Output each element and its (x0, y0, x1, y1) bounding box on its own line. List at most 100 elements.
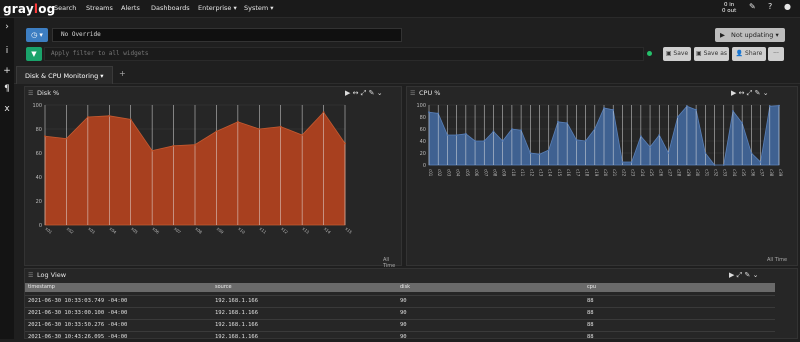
data-point[interactable] (750, 152, 753, 154)
column-header[interactable]: timestamp (28, 284, 55, 290)
data-point[interactable] (685, 105, 688, 108)
data-point[interactable] (557, 120, 559, 123)
save-as-button[interactable]: ▣ Save as (694, 47, 729, 61)
info-icon[interactable]: i (0, 46, 14, 56)
edit-icon[interactable]: ✎ (744, 271, 750, 279)
column-header[interactable]: disk (400, 284, 410, 290)
graylog-logo[interactable]: graylog (3, 2, 55, 16)
data-point[interactable] (428, 111, 430, 114)
column-header[interactable]: cpu (587, 284, 596, 290)
data-point[interactable] (301, 134, 304, 136)
data-point[interactable] (258, 128, 261, 130)
data-point[interactable] (759, 161, 762, 163)
data-point[interactable] (603, 107, 605, 109)
nav-system[interactable]: System ▾ (244, 4, 274, 12)
nav-enterprise[interactable]: Enterprise ▾ (198, 4, 237, 12)
y-tick-label: 100 (416, 103, 426, 109)
filter-button[interactable]: ▼ (26, 47, 42, 61)
table-row[interactable]: 2021-06-30 10:43:26.095 -04:00 192.168.1… (25, 331, 775, 342)
data-point[interactable] (474, 140, 476, 142)
data-point[interactable] (593, 128, 596, 130)
data-point[interactable] (778, 104, 780, 107)
fullscreen-icon[interactable]: ⤢ (737, 271, 743, 279)
data-point[interactable] (172, 144, 175, 147)
chevron-down-icon[interactable]: ⌄ (753, 271, 759, 279)
data-point[interactable] (194, 143, 196, 146)
data-point[interactable] (501, 140, 504, 142)
data-point[interactable] (575, 138, 578, 141)
data-point[interactable] (722, 164, 725, 166)
data-point[interactable] (279, 125, 282, 128)
help-icon[interactable]: ? (768, 2, 772, 11)
data-point[interactable] (547, 149, 550, 151)
table-row[interactable]: 2021-06-30 10:33:03.749 -04:00 192.168.1… (25, 295, 775, 306)
data-point[interactable] (215, 130, 218, 133)
x-tick-label: x04 (109, 226, 118, 235)
drag-handle-icon[interactable]: ☰ (28, 272, 33, 279)
time-override-button[interactable]: ◷ ▾ (26, 28, 48, 42)
column-header[interactable]: source (215, 284, 232, 290)
data-point[interactable] (732, 110, 734, 112)
data-point[interactable] (483, 140, 486, 142)
data-point[interactable] (151, 149, 154, 152)
table-row[interactable]: 2021-06-30 10:33:50.276 -04:00 192.168.1… (25, 319, 775, 330)
y-tick-label: 80 (420, 115, 426, 121)
data-point[interactable] (344, 142, 346, 145)
data-point[interactable] (713, 164, 716, 166)
nav-streams[interactable]: Streams (86, 4, 113, 12)
share-button[interactable]: 👤 Share (732, 47, 766, 61)
tab-disk-cpu-monitoring[interactable]: Disk & CPU Monitoring ▾ (16, 66, 113, 84)
data-point[interactable] (446, 134, 449, 136)
data-point[interactable] (630, 161, 633, 163)
data-point[interactable] (65, 137, 68, 140)
nav-alerts[interactable]: Alerts (121, 4, 140, 12)
throughput-indicator[interactable]: 0 in 0 out (722, 2, 736, 14)
data-point[interactable] (566, 122, 569, 124)
refresh-toggle-button[interactable]: ▶ Not updating ▾ (715, 28, 785, 42)
data-point[interactable] (464, 132, 467, 135)
data-point[interactable] (129, 118, 132, 121)
data-point[interactable] (621, 161, 624, 163)
data-point[interactable] (676, 116, 679, 118)
data-point[interactable] (741, 122, 744, 124)
data-point[interactable] (86, 116, 89, 118)
data-point[interactable] (704, 152, 707, 154)
data-point[interactable] (322, 111, 325, 114)
variable-icon[interactable]: x (0, 104, 14, 114)
data-point[interactable] (529, 152, 532, 154)
user-icon[interactable]: ● (784, 2, 791, 11)
data-point[interactable] (639, 135, 642, 138)
data-point[interactable] (658, 134, 661, 136)
save-button[interactable]: ▣ Save (663, 47, 691, 61)
status-dot (647, 51, 652, 56)
data-point[interactable] (649, 146, 651, 148)
add-tab-icon[interactable]: + (119, 69, 126, 78)
data-point[interactable] (437, 112, 440, 115)
table-row[interactable]: 2021-06-30 10:33:00.100 -04:00 192.168.1… (25, 307, 775, 318)
data-point[interactable] (768, 105, 771, 108)
share-label: Share (745, 50, 763, 57)
data-point[interactable] (538, 153, 541, 156)
more-button[interactable]: ··· (768, 47, 784, 61)
nav-search[interactable]: Search (54, 4, 76, 12)
data-point[interactable] (510, 128, 513, 130)
edit-icon[interactable]: ✎ (749, 2, 756, 11)
data-point[interactable] (455, 134, 458, 136)
save-as-label: Save as (703, 50, 727, 57)
data-point[interactable] (667, 152, 670, 154)
plus-icon[interactable]: + (0, 66, 14, 76)
data-point[interactable] (584, 140, 587, 142)
filter-input[interactable]: Apply filter to all widgets (44, 47, 644, 61)
data-point[interactable] (236, 120, 239, 123)
data-point[interactable] (492, 130, 495, 133)
chevron-right-icon[interactable]: › (0, 22, 14, 32)
paragraph-icon[interactable]: ¶ (0, 84, 14, 94)
data-point[interactable] (108, 114, 111, 117)
data-point[interactable] (44, 135, 46, 138)
data-point[interactable] (695, 108, 698, 111)
data-point[interactable] (520, 129, 523, 132)
data-point[interactable] (612, 108, 615, 111)
play-icon[interactable]: ▶ (729, 271, 734, 279)
time-override-field[interactable]: No Override (52, 28, 402, 42)
nav-dashboards[interactable]: Dashboards (151, 4, 190, 12)
